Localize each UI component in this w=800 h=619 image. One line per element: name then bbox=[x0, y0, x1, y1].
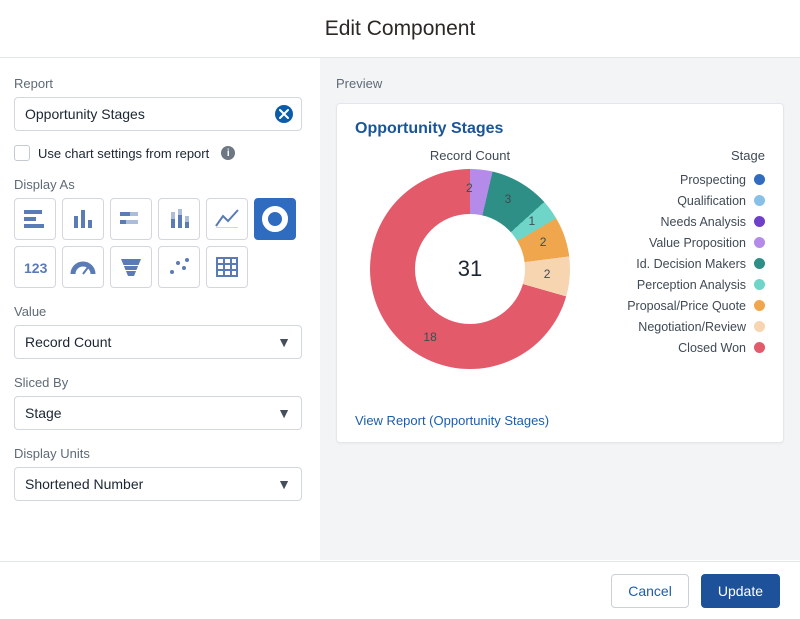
chevron-down-icon: ▼ bbox=[277, 476, 291, 492]
report-label: Report bbox=[14, 76, 306, 91]
display-units-label: Display Units bbox=[14, 446, 306, 461]
cancel-button[interactable]: Cancel bbox=[611, 574, 689, 608]
slice-label: 2 bbox=[540, 235, 547, 249]
legend-item: Closed Won bbox=[595, 337, 765, 358]
sliced-by-select[interactable]: Stage ▼ bbox=[14, 396, 302, 430]
chart-area: Record Count 31 2312218 Stage Prospectin… bbox=[355, 148, 765, 398]
legend-item: Value Proposition bbox=[595, 232, 765, 253]
legend-item: Id. Decision Makers bbox=[595, 253, 765, 274]
sliced-by-selected: Stage bbox=[25, 405, 62, 421]
value-select[interactable]: Record Count ▼ bbox=[14, 325, 302, 359]
legend-item-label: Negotiation/Review bbox=[638, 320, 746, 334]
display-as-label: Display As bbox=[14, 177, 306, 192]
chart-type-vbar[interactable] bbox=[62, 198, 104, 240]
legend-title: Stage bbox=[595, 148, 765, 163]
chart-type-scatter[interactable] bbox=[158, 246, 200, 288]
chart-subtitle: Record Count bbox=[430, 148, 510, 163]
update-button[interactable]: Update bbox=[701, 574, 780, 608]
legend-item-label: Perception Analysis bbox=[637, 278, 746, 292]
legend-item: Negotiation/Review bbox=[595, 316, 765, 337]
legend-swatch bbox=[754, 258, 765, 269]
donut-chart: 31 2312218 bbox=[370, 169, 570, 369]
info-icon[interactable] bbox=[221, 146, 235, 160]
legend-item: Qualification bbox=[595, 190, 765, 211]
donut-wrap: Record Count 31 2312218 bbox=[355, 148, 585, 398]
chart-type-gauge[interactable] bbox=[62, 246, 104, 288]
page-title: Edit Component bbox=[325, 17, 476, 41]
chart-type-donut[interactable] bbox=[254, 198, 296, 240]
legend-swatch bbox=[754, 237, 765, 248]
sliced-by-label: Sliced By bbox=[14, 375, 306, 390]
chart-type-metric[interactable]: 123 bbox=[14, 246, 56, 288]
use-chart-settings-row: Use chart settings from report bbox=[14, 145, 306, 161]
chart-type-hbar[interactable] bbox=[14, 198, 56, 240]
modal-footer: Cancel Update bbox=[0, 561, 800, 619]
slice-label: 1 bbox=[528, 214, 535, 228]
chart-type-funnel[interactable] bbox=[110, 246, 152, 288]
use-chart-settings-checkbox[interactable] bbox=[14, 145, 30, 161]
legend-item: Perception Analysis bbox=[595, 274, 765, 295]
legend-swatch bbox=[754, 342, 765, 353]
chart-type-hbar-s[interactable] bbox=[110, 198, 152, 240]
legend-swatch bbox=[754, 216, 765, 227]
modal-header: Edit Component bbox=[0, 0, 800, 58]
chart-type-line[interactable] bbox=[206, 198, 248, 240]
legend-swatch bbox=[754, 321, 765, 332]
donut-center-value: 31 bbox=[370, 169, 570, 369]
legend-list: Prospecting Qualification Needs Analysis Va… bbox=[595, 169, 765, 358]
slice-label: 2 bbox=[466, 181, 473, 195]
legend-swatch bbox=[754, 300, 765, 311]
legend-item-label: Closed Won bbox=[678, 341, 746, 355]
chart-legend: Stage Prospecting Qualification Needs Anal… bbox=[595, 148, 765, 358]
preview-card-title: Opportunity Stages bbox=[355, 120, 765, 138]
legend-item-label: Value Proposition bbox=[649, 236, 746, 250]
legend-swatch bbox=[754, 174, 765, 185]
display-units-selected: Shortened Number bbox=[25, 476, 143, 492]
legend-swatch bbox=[754, 195, 765, 206]
preview-card: Opportunity Stages Record Count 31 23122… bbox=[336, 103, 784, 443]
slice-label: 2 bbox=[544, 267, 551, 281]
report-value: Opportunity Stages bbox=[25, 106, 145, 122]
display-units-select[interactable]: Shortened Number ▼ bbox=[14, 467, 302, 501]
legend-item-label: Id. Decision Makers bbox=[636, 257, 746, 271]
preview-panel: Preview Opportunity Stages Record Count … bbox=[320, 58, 800, 560]
legend-item: Needs Analysis bbox=[595, 211, 765, 232]
view-report-link[interactable]: View Report (Opportunity Stages) bbox=[355, 413, 549, 428]
modal-body: Report Opportunity Stages Use chart sett… bbox=[0, 58, 800, 560]
legend-swatch bbox=[754, 279, 765, 290]
legend-item-label: Needs Analysis bbox=[661, 215, 746, 229]
legend-item: Prospecting bbox=[595, 169, 765, 190]
clear-report-icon[interactable] bbox=[275, 105, 293, 123]
preview-heading: Preview bbox=[336, 76, 784, 91]
slice-label: 18 bbox=[423, 330, 436, 344]
slice-label: 3 bbox=[505, 192, 512, 206]
chart-type-grid: 123 bbox=[14, 198, 300, 288]
chart-type-table[interactable] bbox=[206, 246, 248, 288]
legend-item-label: Proposal/Price Quote bbox=[627, 299, 746, 313]
use-chart-settings-label: Use chart settings from report bbox=[38, 146, 209, 161]
value-label: Value bbox=[14, 304, 306, 319]
form-panel: Report Opportunity Stages Use chart sett… bbox=[0, 58, 320, 560]
legend-item-label: Prospecting bbox=[680, 173, 746, 187]
legend-item: Proposal/Price Quote bbox=[595, 295, 765, 316]
chevron-down-icon: ▼ bbox=[277, 334, 291, 350]
chart-type-vbar-s[interactable] bbox=[158, 198, 200, 240]
report-combobox[interactable]: Opportunity Stages bbox=[14, 97, 302, 131]
chevron-down-icon: ▼ bbox=[277, 405, 291, 421]
svg-text:123: 123 bbox=[24, 260, 48, 276]
legend-item-label: Qualification bbox=[677, 194, 746, 208]
value-selected: Record Count bbox=[25, 334, 111, 350]
